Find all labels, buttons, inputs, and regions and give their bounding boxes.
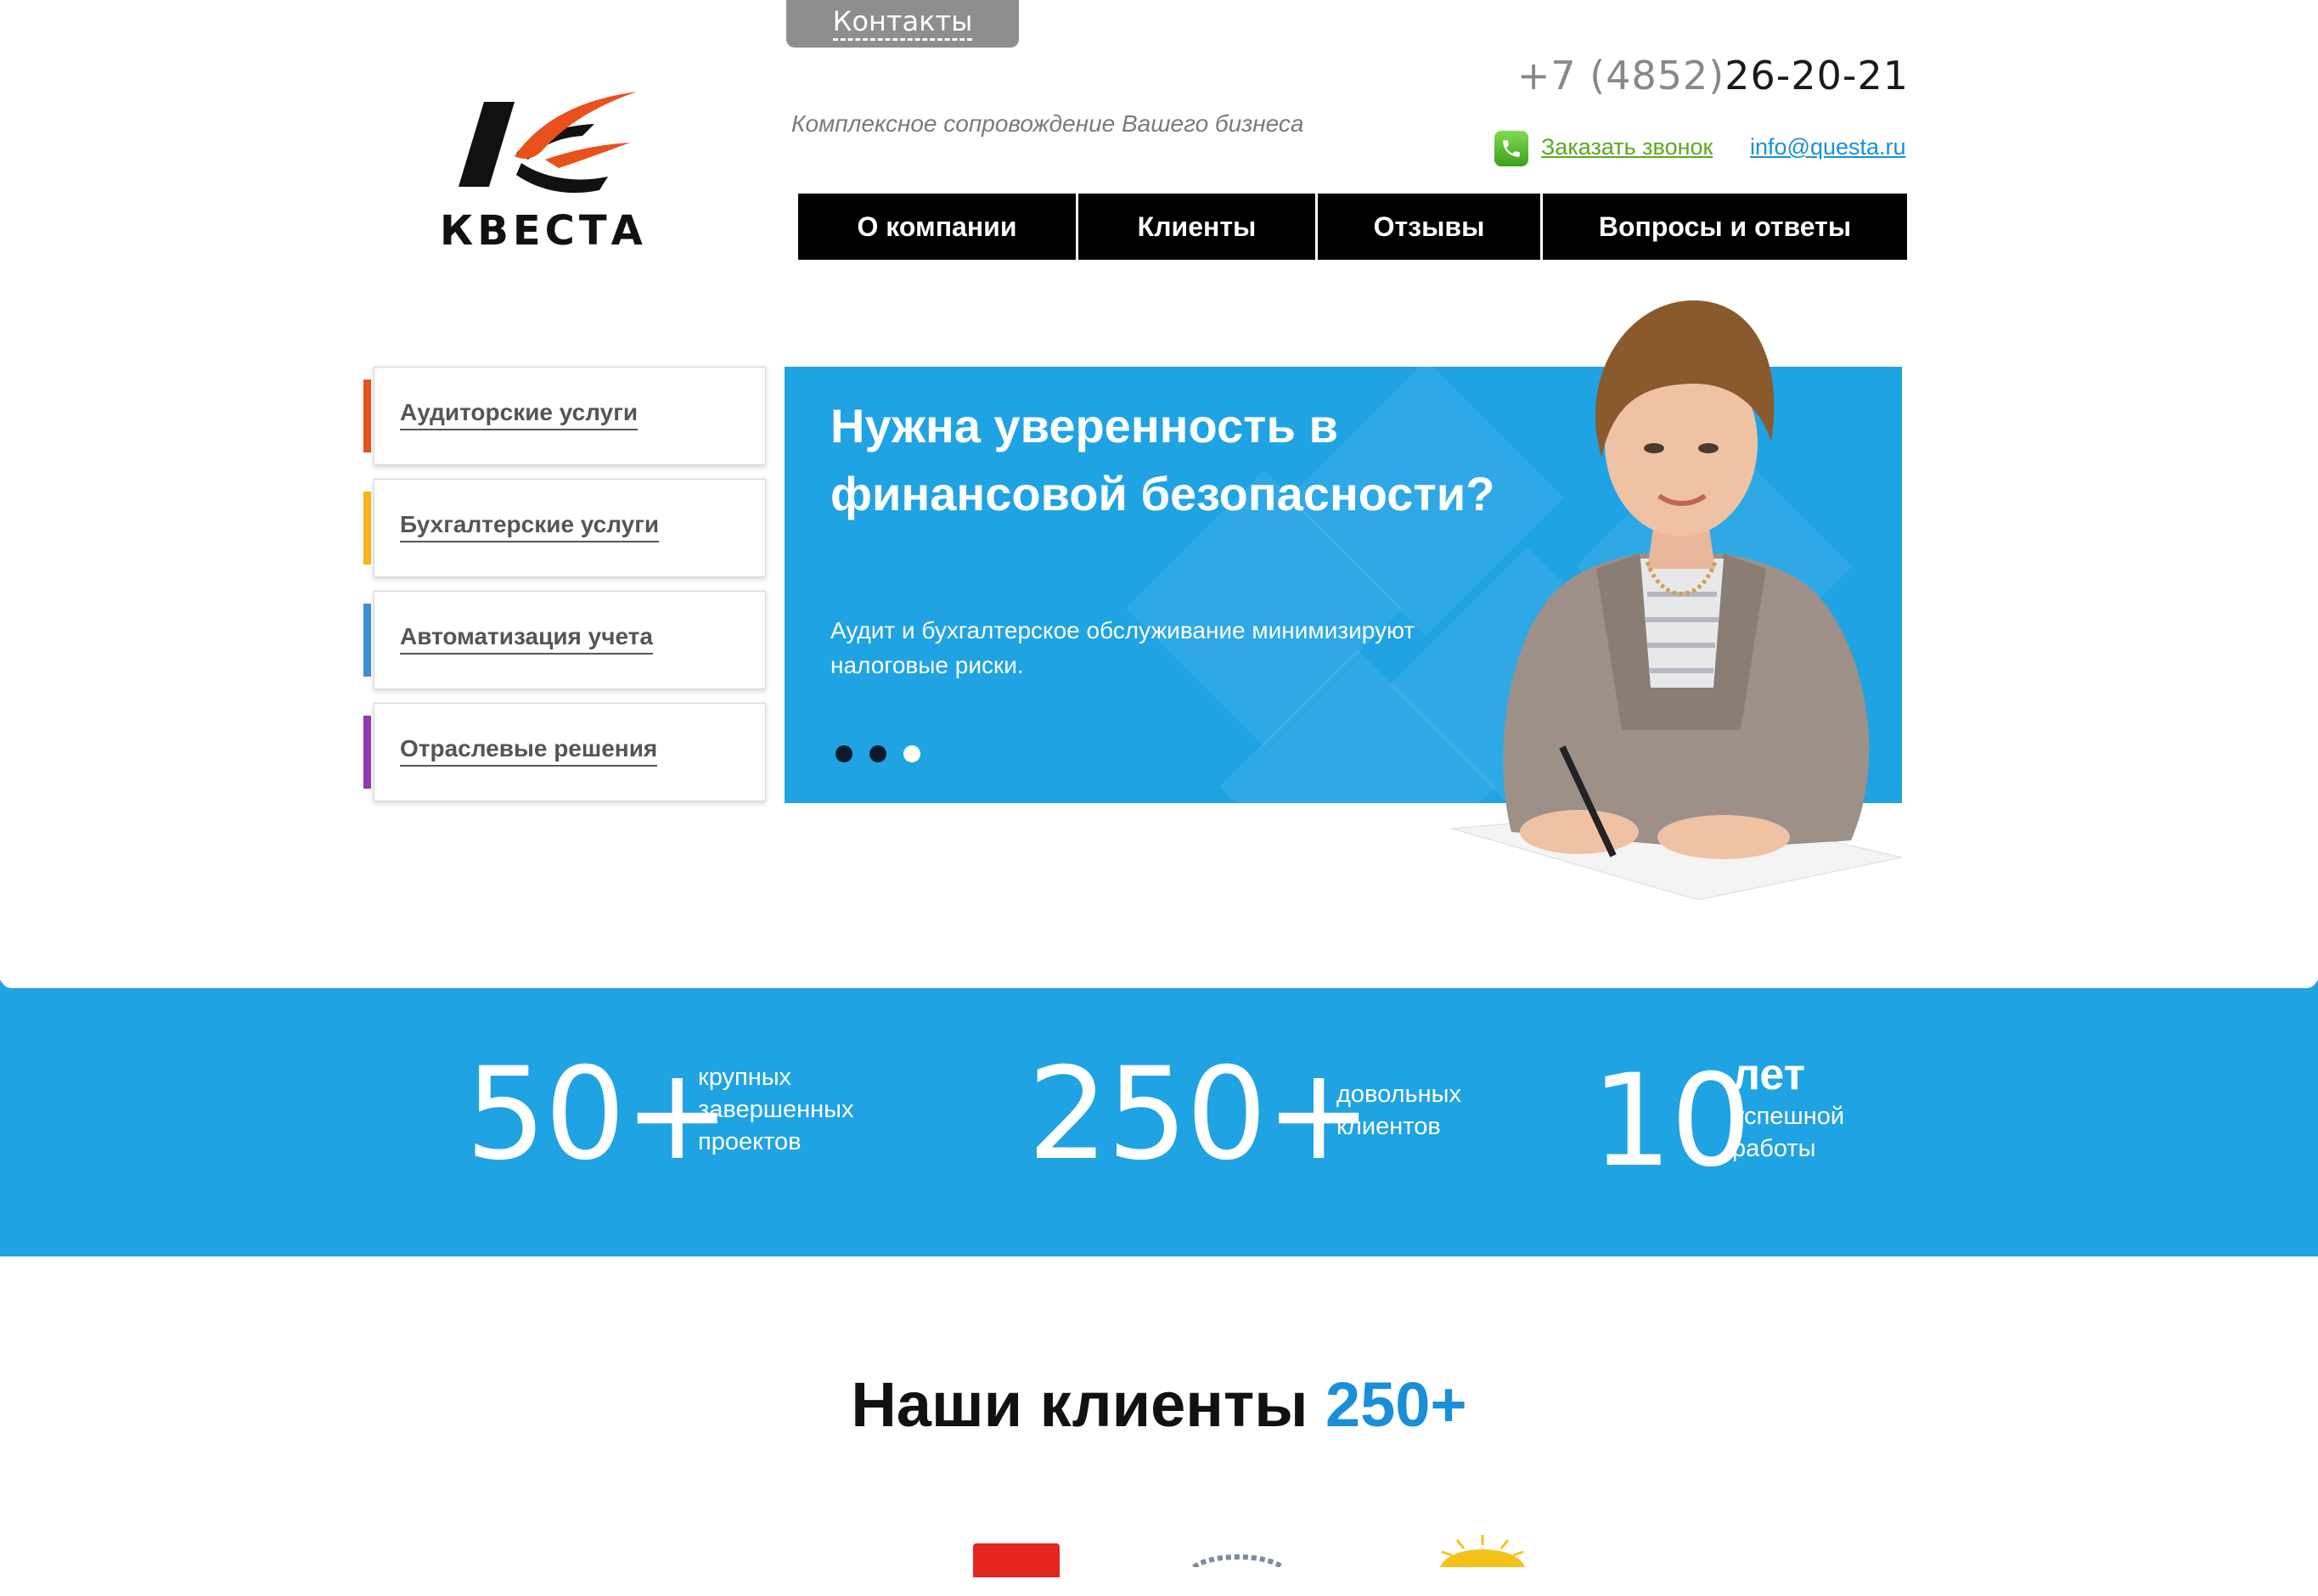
company-logo[interactable]: КВЕСТА [433,83,688,258]
nav-item-about[interactable]: О компании [798,194,1078,260]
banner-text: Аудит и бухгалтерское обслуживание миним… [830,617,1415,678]
band-top-edge [0,976,2318,988]
tagline: Комплексное сопровождение Вашего бизнеса [791,110,1304,137]
client-logo-3[interactable] [1432,1535,1533,1567]
clients-count: 250+ [1325,1369,1467,1440]
contacts-tab[interactable]: Контакты [786,0,1019,48]
slider-dot-1[interactable] [835,745,852,762]
service-item-audit[interactable]: Аудиторские услуги [363,367,766,465]
nav-item-faq[interactable]: Вопросы и ответы [1543,194,1907,260]
stat-label-line: работы [1732,1135,1816,1162]
contacts-link[interactable]: Контакты [832,6,973,42]
phone-number[interactable]: +7 (4852)26-20-21 [1517,53,1909,98]
service-label[interactable]: Бухгалтерские услуги [400,511,660,542]
clients-heading-text: Наши клиенты [851,1369,1308,1440]
stat-clients-label: довольных клиентов [1336,1078,1461,1143]
stat-label-line: завершенных [698,1096,854,1123]
nav-item-clients[interactable]: Клиенты [1078,194,1318,260]
service-item-accounting[interactable]: Бухгалтерские услуги [363,479,766,577]
stat-years-big-label: лет [1732,1050,1806,1099]
slider-dot-3-active[interactable] [903,745,920,762]
phone-icon[interactable] [1494,131,1528,166]
nav-item-reviews[interactable]: Отзывы [1318,194,1543,260]
stat-years-label: успешной работы [1732,1100,1844,1165]
service-color-bar [363,716,371,789]
stat-label-line: успешной [1732,1103,1845,1130]
service-color-bar [363,379,371,452]
logo-text: КВЕСТА [440,207,647,255]
consultant-photo [1451,300,1903,900]
stat-clients-value: 250+ [1027,1041,1372,1189]
service-label[interactable]: Автоматизация учета [400,623,653,655]
stat-label-line: крупных [698,1064,792,1091]
service-label[interactable]: Аудиторские услуги [400,399,639,430]
stat-label-line: проектов [698,1128,802,1155]
stat-projects-value: 50+ [465,1041,731,1189]
service-item-automation[interactable]: Автоматизация учета [363,591,766,689]
main-nav: О компании Клиенты Отзывы Вопросы и отве… [798,194,1907,260]
phone-prefix: +7 (4852) [1516,53,1725,98]
stat-label-line: клиентов [1336,1113,1441,1140]
banner-title: Нужна уверенность в финансовой безопасно… [830,399,1495,520]
logo-mark-icon [459,92,637,194]
service-item-industry[interactable]: Отраслевые решения [363,703,766,801]
phone-main: 26-20-21 [1724,53,1909,98]
client-logo-2[interactable] [1185,1550,1291,1567]
stats-band: 50+ крупных завершенных проектов 250+ до… [0,976,2318,1256]
stat-label-line: довольных [1336,1081,1462,1108]
slider-dots [835,745,920,762]
client-logo-1[interactable] [973,1543,1060,1577]
email-link[interactable]: info@questa.ru [1750,134,1906,160]
clients-heading: Наши клиенты 250+ [0,1368,2318,1441]
service-color-bar [363,604,371,677]
callback-link[interactable]: Заказать звонок [1541,134,1713,160]
stat-projects-label: крупных завершенных проектов [698,1061,854,1158]
slider-dot-2[interactable] [869,745,886,762]
service-label[interactable]: Отраслевые решения [400,735,658,767]
service-color-bar [363,492,371,565]
stat-years-value: 10 [1591,1048,1752,1195]
